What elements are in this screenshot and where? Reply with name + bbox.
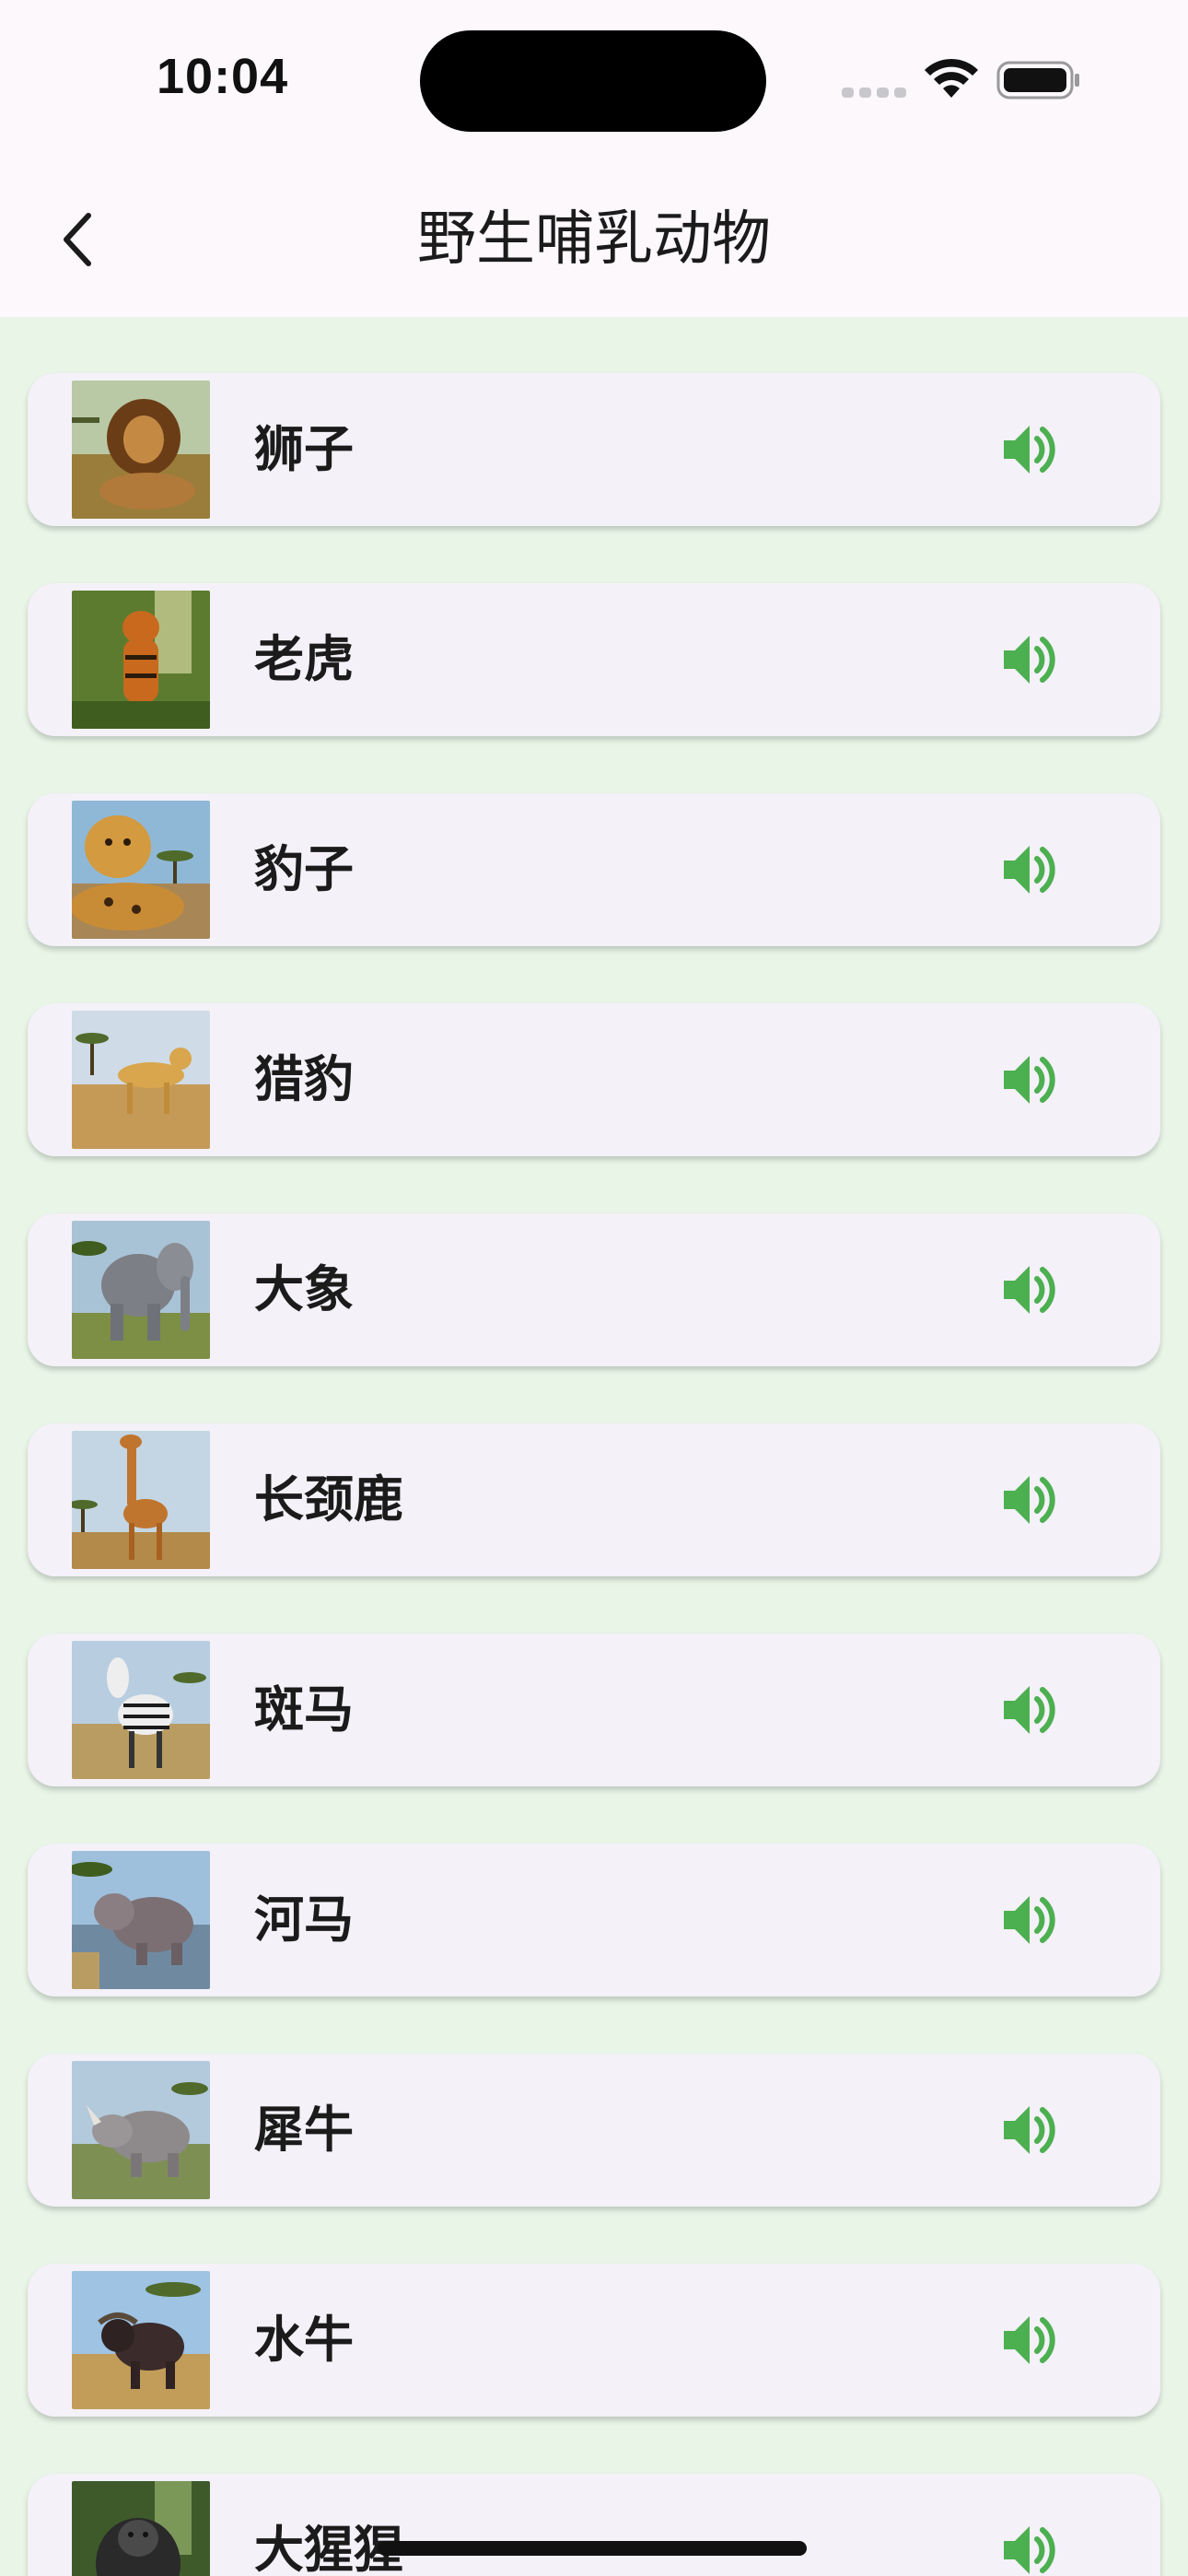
animal-name: 狮子 [254,420,354,478]
animal-card-lion[interactable]: 狮子 [28,373,1160,526]
animal-name: 老虎 [254,630,354,688]
animal-card-tiger[interactable]: 老虎 [28,583,1160,736]
speaker-volume-icon[interactable] [1000,1892,1057,1948]
status-bar: 10:04 [0,0,1188,158]
speaker-volume-icon[interactable] [1000,1472,1057,1528]
speaker-volume-icon[interactable] [1000,1052,1057,1107]
leopard-image [72,801,210,939]
animal-name: 河马 [254,1891,354,1949]
speaker-volume-icon[interactable] [1000,1682,1057,1738]
animal-card-zebra[interactable]: 斑马 [28,1633,1160,1786]
zebra-image [72,1641,210,1779]
animal-card-cheetah[interactable]: 猎豹 [28,1003,1160,1156]
animal-list[interactable]: 狮子 老虎 豹子 猎豹 大象 长颈鹿 斑马 河马 犀牛 水牛 大猩猩 [0,317,1188,2576]
lion-image [72,381,210,519]
animal-card-buffalo[interactable]: 水牛 [28,2264,1160,2417]
animal-name: 猎豹 [254,1050,354,1108]
animal-name: 豹子 [254,840,354,898]
animal-card-rhino[interactable]: 犀牛 [28,2054,1160,2207]
speaker-volume-icon[interactable] [1000,1262,1057,1317]
animal-name: 斑马 [254,1680,354,1739]
tiger-image [72,591,210,729]
animal-card-leopard[interactable]: 豹子 [28,793,1160,946]
elephant-image [72,1221,210,1359]
animal-card-giraffe[interactable]: 长颈鹿 [28,1423,1160,1576]
animal-card-gorilla[interactable]: 大猩猩 [28,2474,1160,2576]
cheetah-image [72,1011,210,1149]
gorilla-image [72,2481,210,2576]
hippo-image [72,1851,210,1989]
animal-name: 犀牛 [254,2101,354,2159]
animal-name: 水牛 [254,2311,354,2369]
rhino-image [72,2061,210,2199]
cellular-signal-icon [842,88,906,99]
animal-name: 大猩猩 [254,2521,403,2576]
speaker-volume-icon[interactable] [1000,422,1057,477]
battery-icon [996,61,1079,100]
speaker-volume-icon[interactable] [1000,632,1057,687]
speaker-volume-icon[interactable] [1000,2523,1057,2576]
animal-name: 长颈鹿 [254,1470,403,1528]
animal-card-elephant[interactable]: 大象 [28,1213,1160,1366]
animal-card-hippo[interactable]: 河马 [28,1844,1160,1996]
page-title: 野生哺乳动物 [417,205,771,274]
speaker-volume-icon[interactable] [1000,2313,1057,2368]
animal-name: 大象 [254,1260,354,1318]
speaker-volume-icon[interactable] [1000,842,1057,897]
dynamic-island [420,30,766,132]
speaker-volume-icon[interactable] [1000,2102,1057,2158]
giraffe-image [72,1431,210,1569]
status-time: 10:04 [157,49,289,104]
home-indicator[interactable] [378,2541,807,2556]
buffalo-image [72,2271,210,2409]
wifi-icon [925,58,978,98]
